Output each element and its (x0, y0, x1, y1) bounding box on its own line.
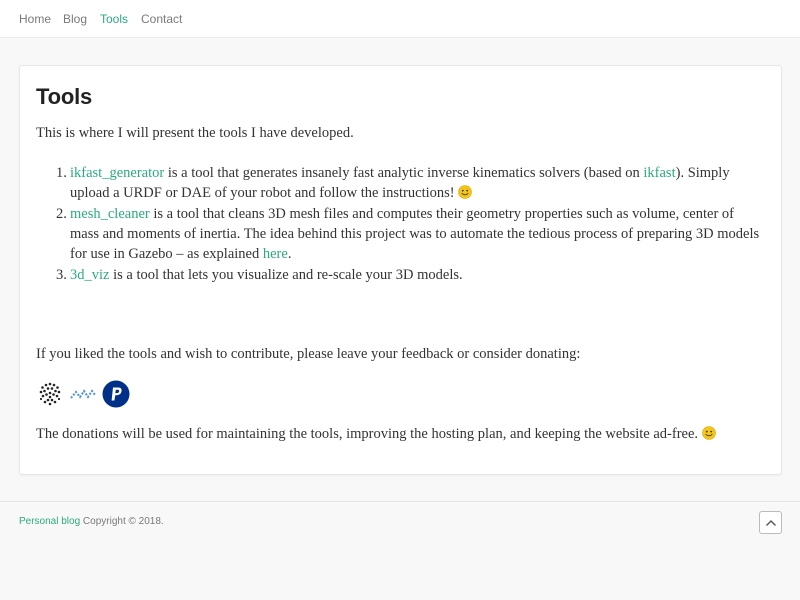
here-link[interactable]: here (263, 246, 288, 262)
tools-list: 1. ikfast_generator is a tool that gener… (36, 163, 766, 286)
scroll-to-top-button[interactable] (759, 511, 782, 534)
nav-contact[interactable]: Contact (141, 12, 182, 26)
donations-sentence: The donations will be used for maintaini… (36, 426, 702, 442)
nav-tools[interactable]: Tools (100, 12, 128, 26)
list-item: 3. 3d_viz is a tool that lets you visual… (36, 265, 766, 285)
list-item: 2. mesh_cleaner is a tool that cleans 3D… (36, 204, 766, 264)
tool-description: is a tool that generates insanely fast a… (164, 165, 644, 181)
paypal-icon[interactable] (102, 380, 130, 408)
tool-description: is a tool that lets you visualize and re… (109, 267, 463, 283)
smiley-icon (701, 426, 716, 440)
tool-description-end: . (287, 246, 292, 262)
ikfast-generator-link[interactable]: ikfast_generator (70, 165, 164, 181)
page-title: Tools (36, 84, 93, 109)
nano-icon[interactable] (69, 380, 97, 408)
ikfast-link[interactable]: ikfast (643, 165, 675, 181)
nav-blog[interactable]: Blog (63, 12, 87, 26)
footer: Personal blog Copyright © 2018. (0, 501, 800, 543)
3d-viz-link[interactable]: 3d_viz (70, 267, 109, 283)
smiley-icon (458, 185, 473, 199)
list-number: 3. (56, 267, 67, 283)
copyright-text: Copyright © 2018. (80, 516, 164, 527)
tool-description: is a tool that cleans 3D mesh files and … (70, 206, 760, 262)
footer-text: Personal blog Copyright © 2018. (19, 516, 164, 527)
top-navbar: Home Blog Tools Contact (0, 0, 800, 38)
iota-icon[interactable] (36, 380, 64, 408)
list-number: 1. (56, 165, 67, 181)
contribute-text: If you liked the tools and wish to contr… (36, 346, 581, 362)
donations-text: The donations will be used for maintaini… (36, 424, 716, 444)
intro-text: This is where I will present the tools I… (36, 125, 354, 141)
personal-blog-link[interactable]: Personal blog (19, 516, 80, 527)
nav-home[interactable]: Home (19, 12, 51, 26)
list-item: 1. ikfast_generator is a tool that gener… (36, 163, 766, 203)
mesh-cleaner-link[interactable]: mesh_cleaner (70, 206, 150, 222)
chevron-up-icon (766, 520, 776, 526)
content-card: Tools This is where I will present the t… (19, 65, 782, 475)
list-number: 2. (56, 206, 67, 222)
